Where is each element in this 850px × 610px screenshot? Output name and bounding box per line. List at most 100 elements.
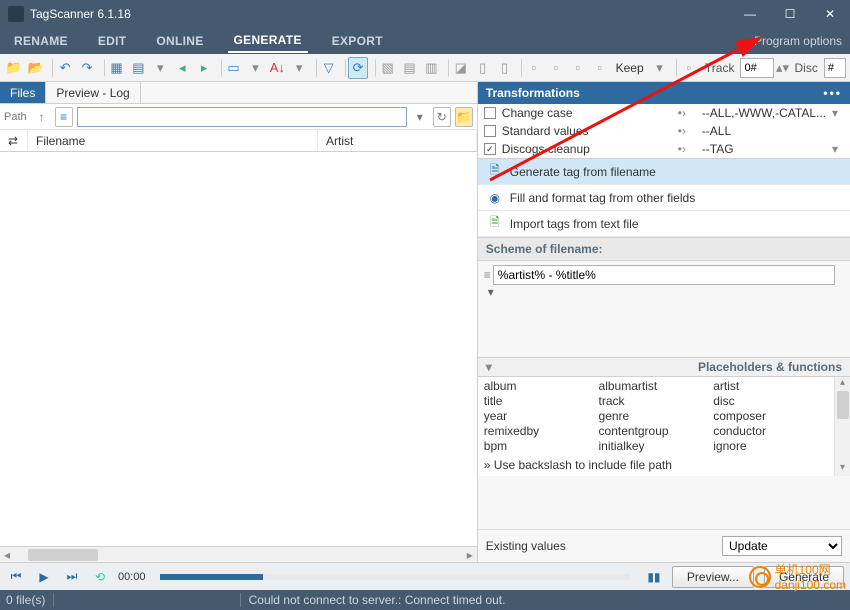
page2-icon[interactable]: ▫	[546, 57, 566, 79]
close-button[interactable]: ✕	[810, 0, 850, 28]
placeholder-item[interactable]: genre	[599, 409, 714, 424]
placeholder-item[interactable]: conductor	[713, 424, 828, 439]
tool3-icon[interactable]: ▥	[421, 57, 441, 79]
redo-icon[interactable]: ↷	[77, 57, 97, 79]
filter-icon[interactable]: ▽	[319, 57, 339, 79]
rect-icon[interactable]: ▭	[224, 57, 244, 79]
placeholder-item[interactable]: initialkey	[599, 439, 714, 454]
program-options-link[interactable]: Program options	[754, 34, 842, 48]
placeholder-item[interactable]: disc	[713, 394, 828, 409]
tool1-icon[interactable]: ▧	[378, 57, 398, 79]
path-input[interactable]	[77, 107, 407, 127]
placeholder-item[interactable]: ignore	[713, 439, 828, 454]
dropdown-icon[interactable]: ▾	[650, 57, 670, 79]
page4-icon[interactable]: ▫	[590, 57, 610, 79]
grid2-icon[interactable]: ▤	[128, 57, 148, 79]
page1-icon[interactable]: ▫	[524, 57, 544, 79]
checkbox[interactable]: ✓	[484, 143, 496, 155]
left-pane: Files Preview - Log Path ↑ ≡ ▾ ↻ 📁 ⇄ Fil…	[0, 82, 478, 562]
dropdown-icon[interactable]: ▾	[289, 57, 309, 79]
action-label: Generate tag from filename	[510, 165, 656, 179]
browse-folder-icon[interactable]: 📁	[455, 107, 473, 127]
open-folder-icon[interactable]: 📁	[4, 57, 24, 79]
grid-icon[interactable]: ▦	[107, 57, 127, 79]
col-artist[interactable]: Artist	[318, 130, 477, 151]
horizontal-scrollbar[interactable]: ◂▸	[0, 546, 477, 562]
doc1-icon[interactable]: ◪	[451, 57, 471, 79]
status-filecount: 0 file(s)	[6, 593, 45, 607]
separator	[216, 59, 222, 77]
volume-icon[interactable]: ▮▮	[644, 567, 664, 587]
tool2-icon[interactable]: ▤	[400, 57, 420, 79]
preview-button[interactable]: Preview...	[672, 566, 754, 588]
chevron-down-icon[interactable]: ▾	[832, 142, 844, 156]
chevron-down-icon[interactable]: ▾	[484, 285, 498, 299]
next-icon[interactable]: ▸	[194, 57, 214, 79]
placeholder-item[interactable]: contentgroup	[599, 424, 714, 439]
menu-online[interactable]: ONLINE	[150, 30, 209, 52]
path-mode-icon[interactable]: ≡	[55, 107, 73, 127]
track-input[interactable]	[740, 58, 774, 78]
tab-preview-log[interactable]: Preview - Log	[46, 82, 140, 103]
refresh-icon[interactable]: ⟳	[348, 57, 368, 79]
generate-button[interactable]: Generate	[764, 566, 844, 588]
action-fill-format[interactable]: ◉ Fill and format tag from other fields	[478, 185, 850, 211]
num-icon[interactable]: ▫	[679, 57, 699, 79]
path-dropdown-icon[interactable]: ▾	[411, 107, 429, 127]
menu-export[interactable]: EXPORT	[326, 30, 389, 52]
placeholder-item[interactable]: year	[484, 409, 599, 424]
transform-row[interactable]: Standard values •› --ALL	[478, 122, 850, 140]
up-arrow-icon[interactable]: ↑	[33, 107, 51, 127]
rewind-icon[interactable]: ⏮	[6, 567, 26, 587]
placeholder-item[interactable]: remixedby	[484, 424, 599, 439]
action-generate-from-filename[interactable]: 🗎 Generate tag from filename	[478, 159, 850, 185]
scheme-input[interactable]	[493, 265, 835, 285]
transform-row[interactable]: ✓ Discogs cleanup •› --TAG ▾	[478, 140, 850, 158]
dropdown-icon[interactable]: ▾	[245, 57, 265, 79]
repeat-icon[interactable]: ⟲	[90, 567, 110, 587]
placeholder-item[interactable]: album	[484, 379, 599, 394]
disc-input[interactable]	[824, 58, 846, 78]
sort-icon[interactable]: ▾	[486, 360, 492, 374]
scheme-row: ≡▾	[478, 261, 850, 303]
dropdown-icon[interactable]: ▾	[150, 57, 170, 79]
tab-files[interactable]: Files	[0, 82, 46, 103]
menu-generate[interactable]: GENERATE	[228, 29, 308, 53]
progress-bar[interactable]	[160, 574, 630, 580]
forward-icon[interactable]: ⏭	[62, 567, 82, 587]
placeholder-item[interactable]: bpm	[484, 439, 599, 454]
doc2-icon[interactable]: ▯	[473, 57, 493, 79]
vertical-scrollbar[interactable]: ▴▾	[834, 377, 850, 476]
minimize-button[interactable]: —	[730, 0, 770, 28]
chevron-down-icon[interactable]: ▾	[832, 106, 844, 120]
col-shuffle[interactable]: ⇄	[0, 130, 28, 151]
transform-row[interactable]: Change case •› --ALL,-WWW,-CATAL... ▾	[478, 104, 850, 122]
page3-icon[interactable]: ▫	[568, 57, 588, 79]
transformations-menu-icon[interactable]: •••	[823, 86, 842, 100]
checkbox[interactable]	[484, 107, 496, 119]
file-list[interactable]	[0, 152, 477, 546]
play-icon[interactable]: ▶	[34, 567, 54, 587]
existing-values-select[interactable]: Update	[722, 536, 842, 556]
placeholders-header[interactable]: ▾ Placeholders & functions	[478, 357, 850, 377]
prev-icon[interactable]: ◂	[172, 57, 192, 79]
menu-rename[interactable]: RENAME	[8, 30, 74, 52]
col-filename[interactable]: Filename	[28, 130, 318, 151]
undo-icon[interactable]: ↶	[55, 57, 75, 79]
sort-az-icon[interactable]: A↓	[267, 57, 287, 79]
placeholder-item[interactable]: artist	[713, 379, 828, 394]
doc3-icon[interactable]: ▯	[495, 57, 515, 79]
new-folder-icon[interactable]: 📂	[26, 57, 46, 79]
placeholder-item[interactable]: title	[484, 394, 599, 409]
stepper-icon[interactable]: ▴▾	[776, 57, 788, 79]
placeholder-item[interactable]: track	[599, 394, 714, 409]
placeholder-item[interactable]: albumartist	[599, 379, 714, 394]
checkbox[interactable]	[484, 125, 496, 137]
refresh-path-icon[interactable]: ↻	[433, 107, 451, 127]
placeholder-item[interactable]: composer	[713, 409, 828, 424]
menu-edit[interactable]: EDIT	[92, 30, 133, 52]
action-import-text[interactable]: 🗎 Import tags from text file	[478, 211, 850, 237]
maximize-button[interactable]: ☐	[770, 0, 810, 28]
window-title: TagScanner 6.1.18	[30, 7, 730, 21]
arrow-icon: •›	[678, 142, 696, 156]
